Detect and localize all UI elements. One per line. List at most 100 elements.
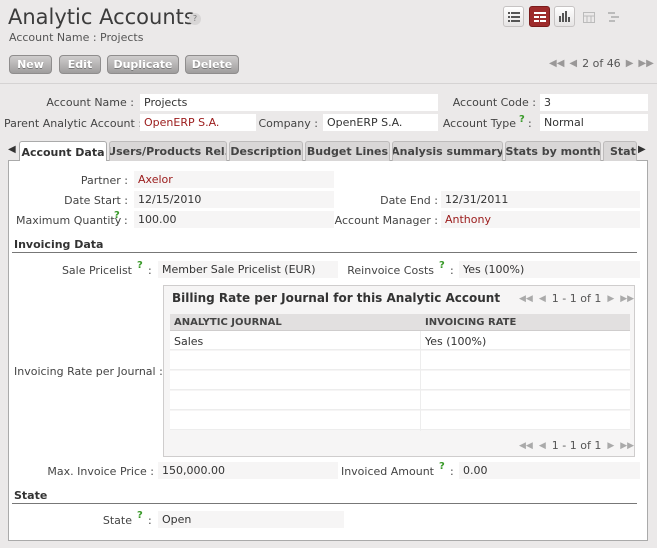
tab-scroll-right-icon[interactable]: ▶ (638, 144, 646, 155)
form-view-button[interactable] (529, 6, 550, 27)
previous-record-icon[interactable]: ◀ (569, 58, 577, 69)
table-row-empty (170, 391, 630, 410)
account-code-field[interactable]: 3 (540, 94, 648, 111)
tab-users-products[interactable]: Users/Products Rel. (109, 141, 227, 161)
parent-account-field[interactable]: OpenERP S.A. (140, 114, 256, 131)
edit-button[interactable]: Edit (59, 55, 101, 74)
pager-text: 2 of 46 (582, 57, 621, 70)
gantt-view-button[interactable] (605, 8, 623, 26)
grid-title: Billing Rate per Journal for this Analyt… (172, 291, 501, 305)
tab-scroll-left-icon[interactable]: ◀ (8, 144, 16, 155)
page-title: Analytic Accounts (8, 5, 195, 29)
max-quantity-label: Maximum Quantity (16, 214, 122, 227)
tab-description[interactable]: Description (229, 141, 303, 161)
form-view-icon (533, 11, 546, 22)
tab-account-data[interactable]: Account Data (19, 141, 107, 162)
sale-pricelist-field[interactable]: Member Sale Pricelist (EUR) (158, 261, 338, 278)
date-start-label: Date Start : (64, 194, 128, 207)
list-view-icon (507, 11, 520, 22)
account-code-label: Account Code : (452, 96, 536, 109)
parent-account-label: Parent Analytic Account : (4, 117, 143, 130)
next-page-icon[interactable]: ▶ (607, 294, 614, 304)
tab-budget-lines[interactable]: Budget Lines (305, 141, 390, 161)
last-page-icon[interactable]: ▶▶ (620, 294, 634, 304)
state-field: Open (158, 511, 344, 528)
help-icon[interactable]: ? (137, 260, 143, 271)
sale-pricelist-label: Sale Pricelist (61, 264, 132, 277)
column-header-invoicing-rate[interactable]: INVOICING RATE (425, 317, 516, 328)
partner-field[interactable]: Axelor (134, 171, 334, 188)
grid-pager-text: 1 - 1 of 1 (551, 439, 602, 452)
table-row[interactable] (170, 331, 630, 350)
calendar-icon (583, 11, 595, 23)
max-quantity-field[interactable]: 100.00 (134, 211, 334, 228)
bar-chart-icon (558, 11, 570, 22)
last-record-icon[interactable]: ▶▶ (638, 58, 653, 69)
help-icon[interactable]: ? (439, 260, 445, 271)
account-type-field[interactable]: Normal (540, 114, 648, 131)
new-button[interactable]: New (9, 55, 52, 74)
next-record-icon[interactable]: ▶ (626, 58, 634, 69)
tab-stats-by-month[interactable]: Stats by month (505, 141, 601, 161)
help-icon[interactable]: ? (189, 13, 201, 25)
account-type-label: Account Type (442, 117, 516, 130)
state-section-title: State (14, 489, 48, 502)
colon: : (450, 264, 454, 277)
invoicing-rate-label: Invoicing Rate per Journal : (14, 365, 163, 378)
list-view-button[interactable] (503, 6, 524, 27)
table-row-empty (170, 351, 630, 370)
tab-analysis-summary[interactable]: Analysis summary (392, 141, 503, 161)
account-name-label: Account Name : (46, 96, 134, 109)
column-header-analytic-journal[interactable]: ANALYTIC JOURNAL (174, 317, 282, 328)
company-field[interactable]: OpenERP S.A. (323, 114, 438, 131)
invoicing-section-title: Invoicing Data (14, 238, 104, 251)
previous-page-icon[interactable]: ◀ (539, 441, 546, 451)
column-divider (420, 331, 421, 431)
record-pager: ◀◀ ◀ 2 of 46 ▶ ▶▶ (549, 57, 654, 70)
account-name-field[interactable]: Projects (140, 94, 438, 111)
colon: : (450, 465, 454, 478)
date-end-field[interactable]: 12/31/2011 (441, 191, 640, 208)
grid-pager-bottom: ◀◀ ◀ 1 - 1 of 1 ▶ ▶▶ (519, 439, 634, 452)
grid-pager-text: 1 - 1 of 1 (551, 292, 602, 305)
section-divider (12, 503, 637, 504)
colon: : (148, 514, 152, 527)
company-label: Company : (258, 117, 318, 130)
first-page-icon[interactable]: ◀◀ (519, 294, 533, 304)
partner-label: Partner : (80, 174, 128, 187)
delete-button[interactable]: Delete (185, 55, 239, 74)
reinvoice-costs-label: Reinvoice Costs (347, 264, 434, 277)
gantt-icon (608, 12, 619, 22)
graph-view-button[interactable] (554, 6, 575, 27)
date-start-field[interactable]: 12/15/2010 (134, 191, 334, 208)
help-icon[interactable]: ? (519, 114, 525, 125)
tab-stats[interactable]: Stats (603, 141, 637, 161)
invoiced-amount-label: Invoiced Amount (340, 465, 434, 478)
invoiced-amount-field[interactable]: 0.00 (459, 462, 640, 479)
calendar-view-button[interactable] (580, 8, 598, 26)
first-record-icon[interactable]: ◀◀ (549, 58, 564, 69)
divider (0, 83, 657, 84)
account-manager-field[interactable]: Anthony (441, 211, 640, 228)
next-page-icon[interactable]: ▶ (607, 441, 614, 451)
help-icon[interactable]: ? (114, 210, 120, 221)
last-page-icon[interactable]: ▶▶ (620, 441, 634, 451)
date-end-label: Date End : (380, 194, 438, 207)
reinvoice-costs-field[interactable]: Yes (100%) (459, 261, 640, 278)
max-invoice-price-label: Max. Invoice Price : (47, 465, 154, 478)
previous-page-icon[interactable]: ◀ (539, 294, 546, 304)
account-manager-label: Account Manager : (334, 214, 438, 227)
table-cell: Sales (174, 335, 204, 348)
breadcrumb: Account Name : Projects (9, 31, 144, 44)
state-label: State (102, 514, 132, 527)
table-cell: Yes (100%) (425, 335, 487, 348)
help-icon[interactable]: ? (137, 510, 143, 521)
help-icon[interactable]: ? (439, 461, 445, 472)
duplicate-button[interactable]: Duplicate (107, 55, 179, 74)
table-row-empty (170, 371, 630, 390)
first-page-icon[interactable]: ◀◀ (519, 441, 533, 451)
colon: : (528, 117, 532, 130)
colon: : (124, 214, 128, 227)
max-invoice-price-field[interactable]: 150,000.00 (158, 462, 338, 479)
section-divider (12, 252, 637, 253)
